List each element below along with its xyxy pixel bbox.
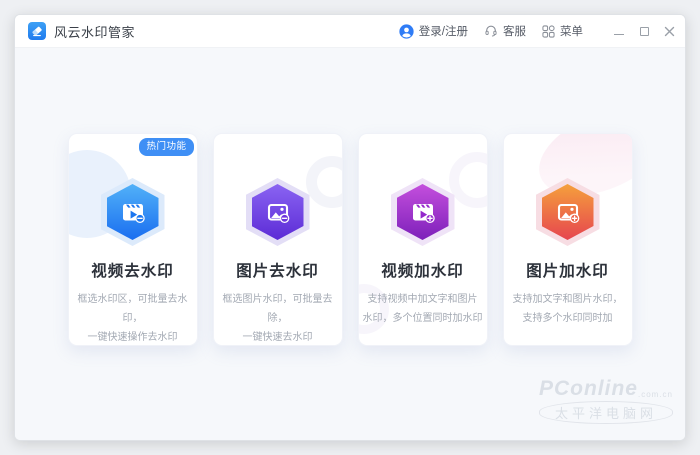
card-description: 框选水印区，可批量去水印， 一键快速操作去水印 (73, 290, 193, 346)
card-description: 支持加文字和图片水印， 支持多个水印同时加 (508, 290, 628, 328)
card-description: 支持视频中加文字和图片 水印，多个位置同时加水印 (363, 290, 483, 328)
card-title: 图片加水印 (504, 259, 632, 281)
watermark-site-name: 太平洋电脑网 (539, 401, 673, 424)
hot-feature-badge: 热门功能 (139, 138, 193, 156)
menu-label: 菜单 (560, 23, 583, 39)
video-add-watermark-icon (391, 178, 455, 246)
app-logo-icon (28, 22, 46, 40)
card-title: 视频去水印 (69, 259, 197, 281)
watermark-brand: PConline.com.cn (539, 378, 673, 399)
image-add-watermark-icon (536, 178, 600, 246)
maximize-button[interactable] (638, 25, 650, 37)
app-title: 风云水印管家 (54, 22, 135, 41)
feature-card-image-add-watermark[interactable]: 图片加水印 支持加文字和图片水印， 支持多个水印同时加 (503, 133, 633, 346)
headset-icon (484, 24, 498, 38)
user-avatar-icon (399, 24, 414, 39)
feature-card-video-add-watermark[interactable]: 视频加水印 支持视频中加文字和图片 水印，多个位置同时加水印 (358, 133, 488, 346)
feature-card-image-remove-watermark[interactable]: 图片去水印 框选图片水印，可批量去除， 一键快速去水印 (213, 133, 343, 346)
card-title: 视频加水印 (359, 259, 487, 281)
grid-menu-icon (542, 25, 555, 38)
pconline-watermark: PConline.com.cn 太平洋电脑网 (539, 378, 673, 424)
feature-cards-row: 热门功能 视频去水印 框选水印区，可批量去水印， 一键快速操作去水印 (15, 133, 685, 346)
video-remove-watermark-icon (101, 178, 165, 246)
app-window: 风云水印管家 登录/注册 客服 (14, 14, 686, 441)
menu-button[interactable]: 菜单 (542, 23, 583, 39)
close-button[interactable] (663, 25, 675, 37)
window-controls (607, 25, 675, 37)
login-register-button[interactable]: 登录/注册 (399, 23, 468, 39)
card-title: 图片去水印 (214, 259, 342, 281)
customer-service-label: 客服 (503, 23, 526, 39)
card-description: 框选图片水印，可批量去除， 一键快速去水印 (218, 290, 338, 346)
feature-card-video-remove-watermark[interactable]: 热门功能 视频去水印 框选水印区，可批量去水印， 一键快速操作去水印 (68, 133, 198, 346)
login-register-label: 登录/注册 (419, 23, 468, 39)
close-icon (664, 26, 675, 37)
title-bar: 风云水印管家 登录/注册 客服 (15, 15, 685, 48)
card-decoration-ring (306, 156, 343, 208)
customer-service-button[interactable]: 客服 (484, 23, 526, 39)
minimize-button[interactable] (613, 25, 625, 37)
image-remove-watermark-icon (246, 178, 310, 246)
main-content: 热门功能 视频去水印 框选水印区，可批量去水印， 一键快速操作去水印 (15, 48, 685, 440)
